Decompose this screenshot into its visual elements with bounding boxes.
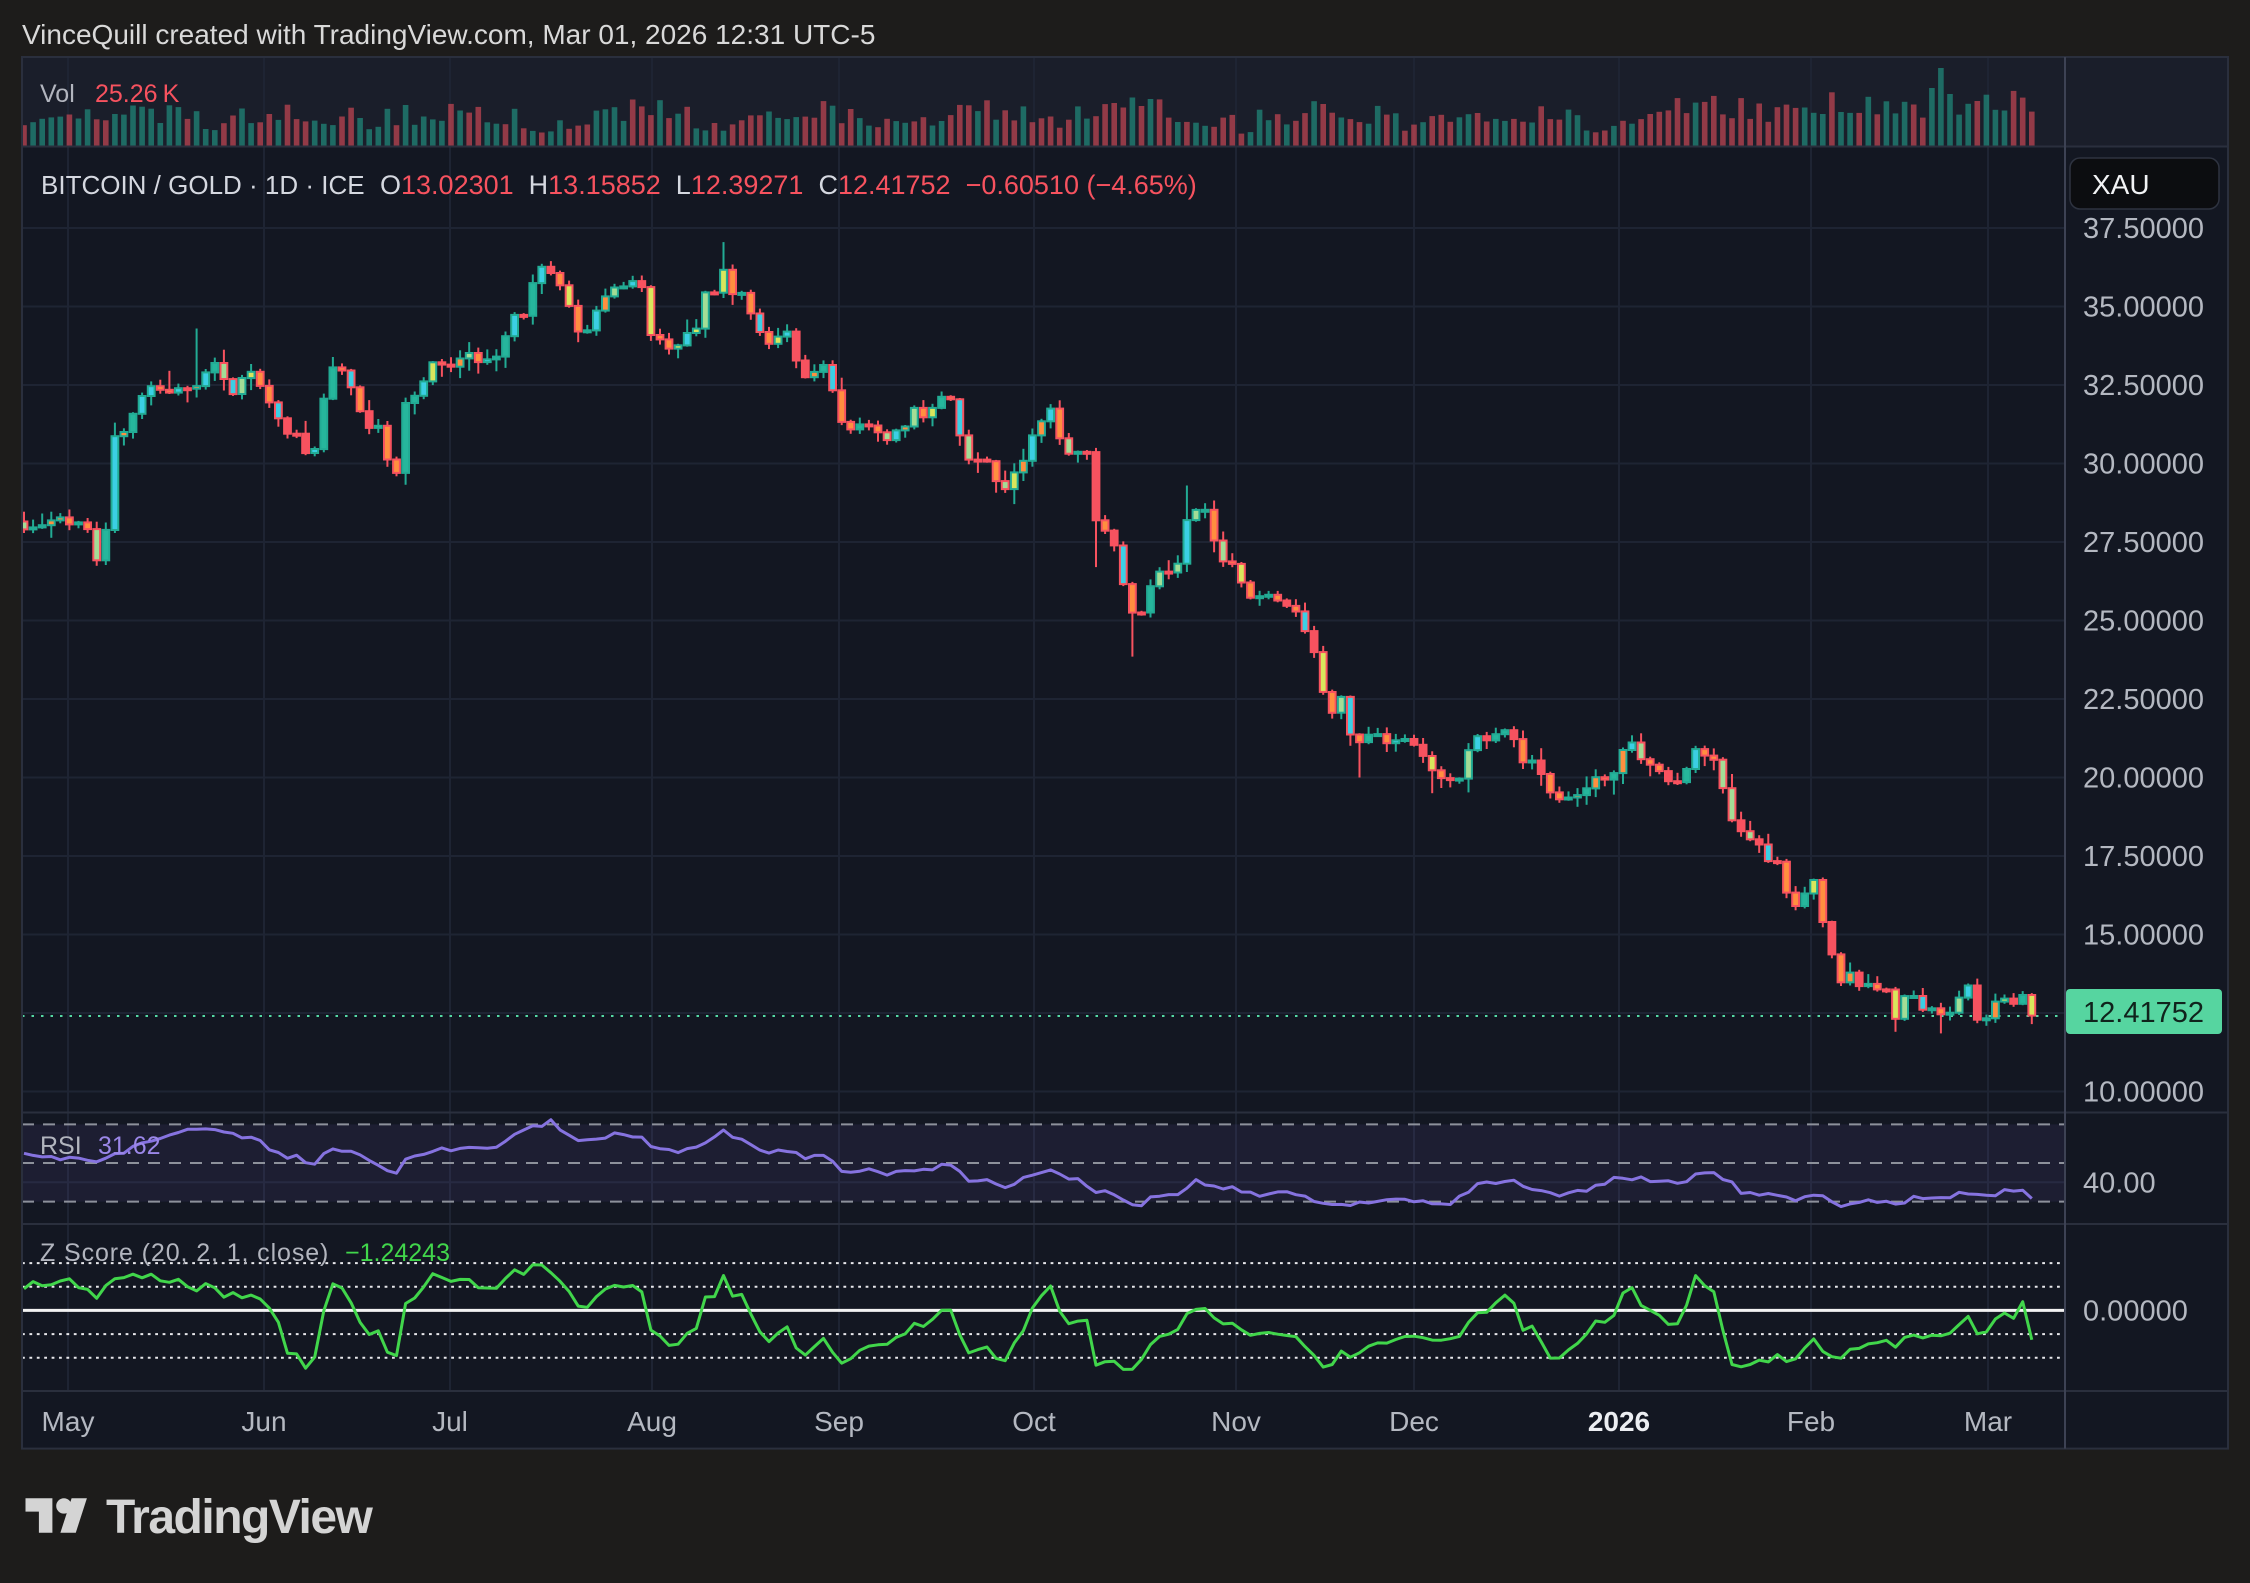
svg-text:25.26 K: 25.26 K bbox=[95, 80, 180, 108]
svg-text:32.50000: 32.50000 bbox=[2083, 370, 2204, 402]
svg-text:27.50000: 27.50000 bbox=[2083, 527, 2204, 559]
svg-text:RSI: RSI bbox=[40, 1132, 82, 1160]
svg-text:Dec: Dec bbox=[1389, 1406, 1439, 1437]
svg-text:37.50000: 37.50000 bbox=[2083, 213, 2204, 245]
svg-text:22.50000: 22.50000 bbox=[2083, 684, 2204, 716]
svg-text:O13.02301 H13.15852 L12.3927: O13.02301 H13.15852 L12.39271 C12.41752 … bbox=[380, 170, 1197, 200]
svg-text:12.41752: 12.41752 bbox=[2083, 997, 2204, 1029]
svg-text:XAU: XAU bbox=[2092, 169, 2150, 200]
svg-text:15.00000: 15.00000 bbox=[2083, 920, 2204, 952]
svg-text:2026: 2026 bbox=[1588, 1406, 1650, 1437]
svg-text:May: May bbox=[42, 1406, 95, 1437]
svg-text:BITCOIN / GOLD · 1D · ICE: BITCOIN / GOLD · 1D · ICE bbox=[41, 170, 365, 200]
svg-text:Mar: Mar bbox=[1964, 1406, 2012, 1437]
svg-text:30.00000: 30.00000 bbox=[2083, 449, 2204, 481]
svg-text:Nov: Nov bbox=[1211, 1406, 1261, 1437]
svg-text:Jul: Jul bbox=[432, 1406, 468, 1437]
svg-text:TradingView: TradingView bbox=[106, 1491, 374, 1544]
svg-text:40.00: 40.00 bbox=[2083, 1167, 2156, 1199]
svg-text:25.00000: 25.00000 bbox=[2083, 606, 2204, 638]
svg-text:Jun: Jun bbox=[241, 1406, 286, 1437]
svg-text:Sep: Sep bbox=[814, 1406, 864, 1437]
svg-text:Aug: Aug bbox=[627, 1406, 677, 1437]
svg-text:31.62: 31.62 bbox=[98, 1132, 161, 1160]
svg-text:10.00000: 10.00000 bbox=[2083, 1077, 2204, 1109]
svg-text:17.50000: 17.50000 bbox=[2083, 841, 2204, 873]
svg-text:−1.24243: −1.24243 bbox=[345, 1239, 450, 1267]
svg-text:VinceQuill created with Tradin: VinceQuill created with TradingView.com,… bbox=[22, 19, 875, 50]
svg-text:Oct: Oct bbox=[1012, 1406, 1056, 1437]
svg-text:Z Score (20, 2, 1, close): Z Score (20, 2, 1, close) bbox=[40, 1239, 329, 1267]
svg-text:Vol: Vol bbox=[40, 80, 75, 108]
svg-text:35.00000: 35.00000 bbox=[2083, 292, 2204, 324]
svg-text:Feb: Feb bbox=[1787, 1406, 1835, 1437]
svg-text:20.00000: 20.00000 bbox=[2083, 763, 2204, 795]
svg-text:0.00000: 0.00000 bbox=[2083, 1295, 2188, 1327]
